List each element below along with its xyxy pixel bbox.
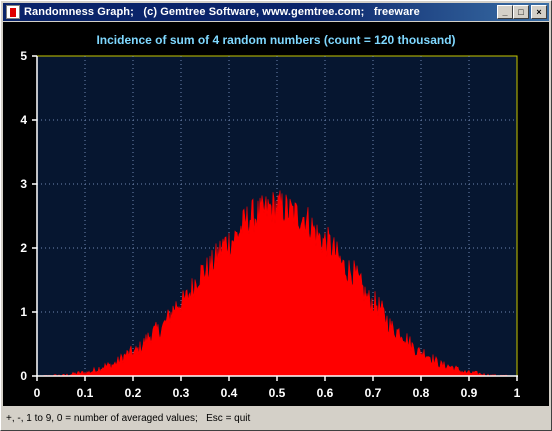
window-controls: _ □ × <box>497 5 547 19</box>
app-window: Randomness Graph; (c) Gemtree Software, … <box>0 0 552 431</box>
status-text: +, -, 1 to 9, 0 = number of averaged val… <box>6 412 251 424</box>
minimize-button[interactable]: _ <box>497 5 513 19</box>
y-tick-label: 4 <box>20 113 27 127</box>
x-tick-label: 0.6 <box>317 386 334 400</box>
x-tick-label: 0.2 <box>125 386 142 400</box>
y-tick-label: 0 <box>20 369 27 383</box>
title-bar[interactable]: Randomness Graph; (c) Gemtree Software, … <box>3 3 549 21</box>
y-tick-label: 1 <box>20 305 27 319</box>
chart-area: Incidence of sum of 4 random numbers (co… <box>3 22 549 406</box>
x-tick-label: 0 <box>34 386 41 400</box>
app-icon[interactable] <box>6 5 20 19</box>
maximize-button[interactable]: □ <box>513 5 529 19</box>
y-axis-ticks: 0 1 2 3 4 5 <box>20 49 37 383</box>
x-tick-label: 1 <box>514 386 521 400</box>
x-axis-ticks: 0 0.1 0.2 0.3 0.4 0.5 0.6 0.7 0.8 0.9 1 <box>34 376 521 400</box>
x-tick-label: 0.7 <box>365 386 382 400</box>
status-bar: +, -, 1 to 9, 0 = number of averaged val… <box>3 407 549 429</box>
close-button[interactable]: × <box>531 5 547 19</box>
x-tick-label: 0.9 <box>461 386 478 400</box>
x-tick-label: 0.1 <box>77 386 94 400</box>
x-tick-label: 0.3 <box>173 386 190 400</box>
x-tick-label: 0.5 <box>269 386 286 400</box>
y-tick-label: 3 <box>20 177 27 191</box>
window-title: Randomness Graph; (c) Gemtree Software, … <box>24 6 420 18</box>
x-tick-label: 0.4 <box>221 386 238 400</box>
chart: Incidence of sum of 4 random numbers (co… <box>20 33 521 400</box>
y-tick-label: 2 <box>20 241 27 255</box>
y-tick-label: 5 <box>20 49 27 63</box>
x-tick-label: 0.8 <box>413 386 430 400</box>
chart-title: Incidence of sum of 4 random numbers (co… <box>96 33 455 47</box>
